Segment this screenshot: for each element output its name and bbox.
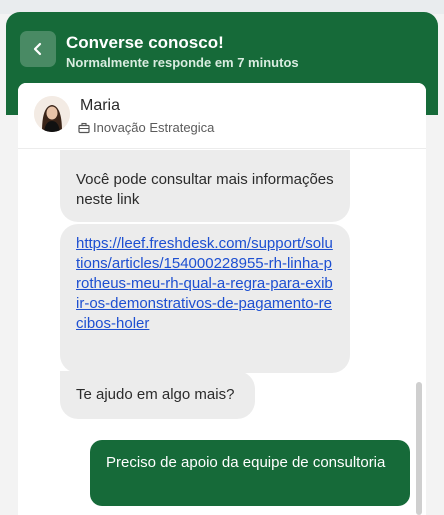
- agent-message: Você pode consultar mais informações nes…: [60, 150, 350, 222]
- scrollbar[interactable]: [416, 382, 422, 515]
- agent-message-link: https://leef.freshdesk.com/support/solut…: [60, 224, 350, 373]
- agent-message: Te ajudo em algo mais?: [60, 371, 255, 419]
- message-list[interactable]: Você pode consultar mais informações nes…: [18, 150, 426, 515]
- user-message: Preciso de apoio da equipe de consultori…: [90, 440, 410, 506]
- briefcase-icon: [78, 122, 90, 133]
- support-article-link[interactable]: https://leef.freshdesk.com/support/solut…: [76, 235, 333, 332]
- avatar: [34, 96, 70, 132]
- chat-subtitle: Normalmente responde em 7 minutos: [66, 55, 299, 70]
- chevron-left-icon: [33, 42, 42, 56]
- agent-team: Inovação Estrategica: [78, 120, 214, 135]
- agent-name: Maria: [80, 97, 121, 114]
- back-button[interactable]: [20, 31, 56, 67]
- chat-widget: Converse conosco! Normalmente responde e…: [0, 0, 444, 515]
- conversation-card: Maria Inovação Estrategica Você pode con…: [18, 83, 426, 515]
- agent-info: Maria Inovação Estrategica: [18, 83, 426, 149]
- agent-team-label: Inovação Estrategica: [93, 120, 215, 135]
- chat-title: Converse conosco!: [66, 33, 224, 52]
